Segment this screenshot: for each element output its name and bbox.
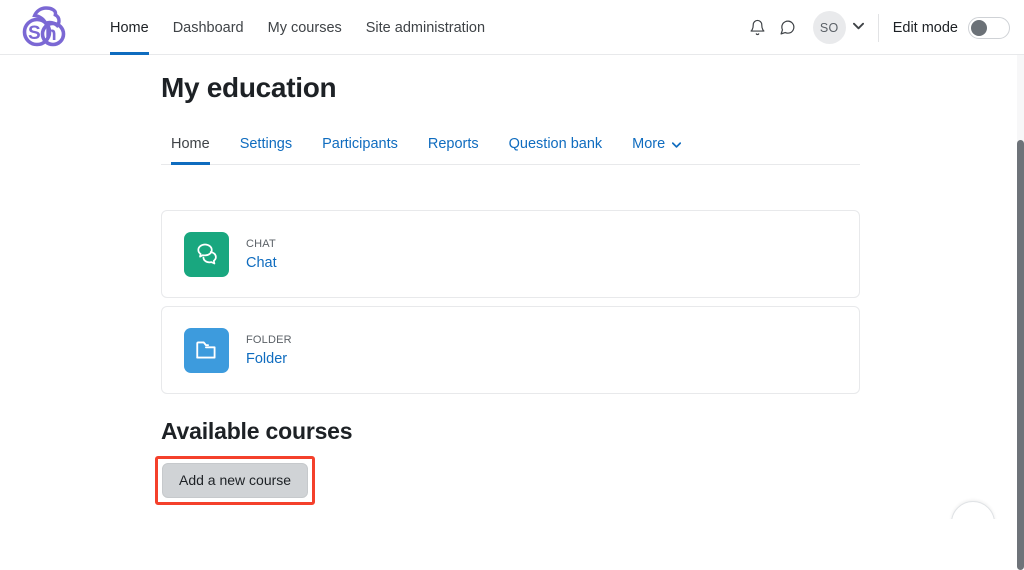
activity-type-label: FOLDER [246, 334, 292, 347]
chevron-down-icon-glyph [672, 142, 682, 148]
activity-name-link[interactable]: Folder [246, 351, 287, 367]
nav-item-site-administration[interactable]: Site administration [354, 0, 497, 55]
message-bubble-icon-glyph [780, 20, 795, 35]
bell-icon-glyph [750, 19, 765, 36]
tab-home[interactable]: Home [161, 136, 225, 165]
primary-navigation: Home Dashboard My courses Site administr… [98, 0, 497, 55]
svg-text:S: S [28, 23, 41, 44]
chat-bubbles-icon [184, 231, 229, 277]
activity-type-label: CHAT [246, 238, 276, 251]
svg-text:h: h [45, 24, 57, 45]
activity-card-text: CHAT Chat [246, 236, 277, 272]
chevron-down-icon[interactable] [852, 22, 864, 33]
nav-item-dashboard[interactable]: Dashboard [161, 0, 256, 55]
vertical-scrollbar-thumb[interactable] [1017, 140, 1024, 570]
available-courses-heading: Available courses [161, 418, 353, 444]
activity-list: CHAT Chat FOLDER Folder [161, 210, 860, 394]
avatar[interactable]: SO [812, 11, 846, 44]
vertical-scrollbar-track[interactable] [1017, 55, 1024, 570]
edit-mode-toggle[interactable] [968, 16, 1010, 39]
tab-reports[interactable]: Reports [413, 136, 494, 164]
top-navbar: S h Home Dashboard My courses Site admin… [0, 0, 1024, 55]
chevron-down-icon [672, 140, 682, 151]
highlight-annotation: Add a new course [155, 456, 316, 505]
activity-card-chat[interactable]: CHAT Chat [161, 210, 860, 298]
bell-icon[interactable] [743, 13, 773, 43]
navbar-right-controls: SO Edit mode [743, 0, 1010, 55]
tab-participants[interactable]: Participants [307, 136, 413, 164]
activity-name-link[interactable]: Chat [246, 255, 277, 271]
nav-item-my-courses[interactable]: My courses [256, 0, 354, 55]
activity-card-text: FOLDER Folder [246, 332, 292, 368]
shine-cloud-logo-icon: S h [22, 6, 66, 47]
nav-item-home[interactable]: Home [98, 0, 161, 55]
edit-mode-label: Edit mode [892, 19, 958, 36]
folder-icon [184, 327, 229, 373]
tab-settings[interactable]: Settings [225, 136, 307, 164]
page-title: My education [161, 72, 337, 103]
secondary-navigation-tabs: Home Settings Participants Reports Quest… [161, 122, 860, 165]
page-body: My education Home Settings Participants … [0, 55, 1017, 519]
add-a-new-course-button[interactable]: Add a new course [162, 463, 309, 498]
edit-mode-control[interactable]: Edit mode [892, 16, 1010, 39]
content-column: My education Home Settings Participants … [155, 55, 860, 505]
site-logo[interactable]: S h [15, 4, 71, 50]
tab-more-label: More [632, 136, 666, 152]
tab-more[interactable]: More [617, 136, 696, 164]
tab-question-bank[interactable]: Question bank [494, 136, 618, 164]
message-bubble-icon[interactable] [773, 13, 803, 43]
chevron-down-icon-glyph [852, 22, 864, 30]
floating-action-button[interactable] [951, 501, 995, 519]
folder-icon-glyph [195, 341, 216, 359]
chat-bubbles-icon-glyph [196, 243, 217, 265]
activity-card-folder[interactable]: FOLDER Folder [161, 306, 860, 394]
navbar-divider [877, 13, 879, 42]
edit-mode-toggle-knob [971, 19, 987, 36]
